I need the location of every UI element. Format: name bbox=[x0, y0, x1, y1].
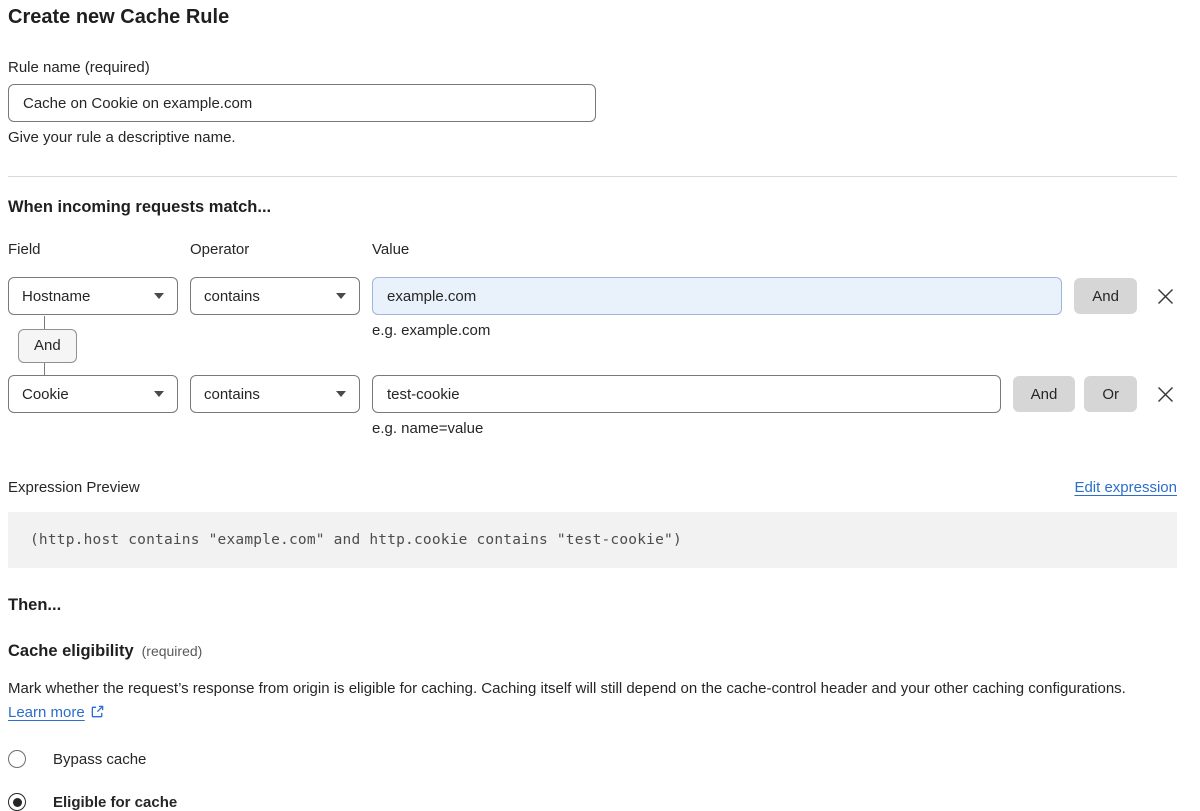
cache-eligibility-heading-row: Cache eligibility (required) bbox=[8, 642, 1177, 661]
rule-name-helper: Give your rule a descriptive name. bbox=[8, 129, 1177, 146]
or-button[interactable]: Or bbox=[1084, 376, 1137, 412]
rule-name-input[interactable] bbox=[8, 84, 596, 122]
required-note: (required) bbox=[142, 643, 203, 659]
edit-expression-link[interactable]: Edit expression bbox=[1074, 479, 1177, 496]
cache-eligibility-description: Mark whether the request’s response from… bbox=[8, 677, 1160, 725]
chevron-down-icon bbox=[154, 391, 164, 397]
expression-code-block: (http.host contains "example.com" and ht… bbox=[8, 512, 1177, 568]
field-select-value: Hostname bbox=[22, 288, 90, 305]
then-heading: Then... bbox=[8, 596, 1177, 615]
logic-buttons: And Or bbox=[1013, 375, 1137, 412]
expression-header: Expression Preview Edit expression bbox=[8, 479, 1177, 496]
value-column: e.g. name=value bbox=[372, 375, 1001, 437]
radio-option-bypass-cache[interactable]: Bypass cache bbox=[8, 750, 1177, 768]
radio-label: Eligible for cache bbox=[53, 794, 177, 811]
value-column-label: Value bbox=[372, 241, 1177, 258]
expression-code: (http.host contains "example.com" and ht… bbox=[30, 532, 682, 548]
expression-preview-label: Expression Preview bbox=[8, 479, 140, 496]
field-select[interactable]: Cookie bbox=[8, 375, 178, 413]
radio-selected-icon[interactable] bbox=[8, 793, 26, 811]
and-button[interactable]: And bbox=[1074, 278, 1137, 314]
rule-name-label: Rule name (required) bbox=[8, 59, 1177, 76]
match-section-heading: When incoming requests match... bbox=[8, 198, 1177, 217]
page-title: Create new Cache Rule bbox=[8, 6, 1177, 29]
chevron-down-icon bbox=[336, 391, 346, 397]
description-text: Mark whether the request’s response from… bbox=[8, 680, 1126, 697]
cache-eligibility-heading: Cache eligibility bbox=[8, 642, 134, 661]
operator-select-value: contains bbox=[204, 386, 260, 403]
rule-name-section: Rule name (required) Give your rule a de… bbox=[8, 59, 1177, 146]
radio-label: Bypass cache bbox=[53, 751, 146, 768]
close-icon bbox=[1157, 386, 1174, 403]
operator-select[interactable]: contains bbox=[190, 277, 360, 315]
connector-area: And bbox=[8, 329, 1177, 363]
value-input[interactable] bbox=[372, 277, 1062, 315]
field-select[interactable]: Hostname bbox=[8, 277, 178, 315]
radio-option-eligible-for-cache[interactable]: Eligible for cache bbox=[8, 793, 1177, 811]
and-button[interactable]: And bbox=[1013, 376, 1076, 412]
learn-more-link[interactable]: Learn more bbox=[8, 704, 85, 721]
remove-condition-button[interactable] bbox=[1153, 277, 1177, 315]
value-input[interactable] bbox=[372, 375, 1001, 413]
section-divider bbox=[8, 176, 1177, 177]
condition-row: Cookie contains e.g. name=value And Or bbox=[8, 375, 1177, 437]
operator-select[interactable]: contains bbox=[190, 375, 360, 413]
connector-and-chip[interactable]: And bbox=[18, 329, 77, 363]
condition-column-labels: Field Operator Value bbox=[8, 241, 1177, 266]
external-link-icon[interactable] bbox=[90, 704, 105, 719]
field-column-label: Field bbox=[8, 241, 178, 258]
operator-select-value: contains bbox=[204, 288, 260, 305]
chevron-down-icon bbox=[336, 293, 346, 299]
remove-condition-button[interactable] bbox=[1153, 375, 1177, 413]
radio-unselected-icon[interactable] bbox=[8, 750, 26, 768]
value-hint: e.g. name=value bbox=[372, 420, 1001, 437]
close-icon bbox=[1157, 288, 1174, 305]
chevron-down-icon bbox=[154, 293, 164, 299]
field-select-value: Cookie bbox=[22, 386, 69, 403]
operator-column-label: Operator bbox=[190, 241, 360, 258]
